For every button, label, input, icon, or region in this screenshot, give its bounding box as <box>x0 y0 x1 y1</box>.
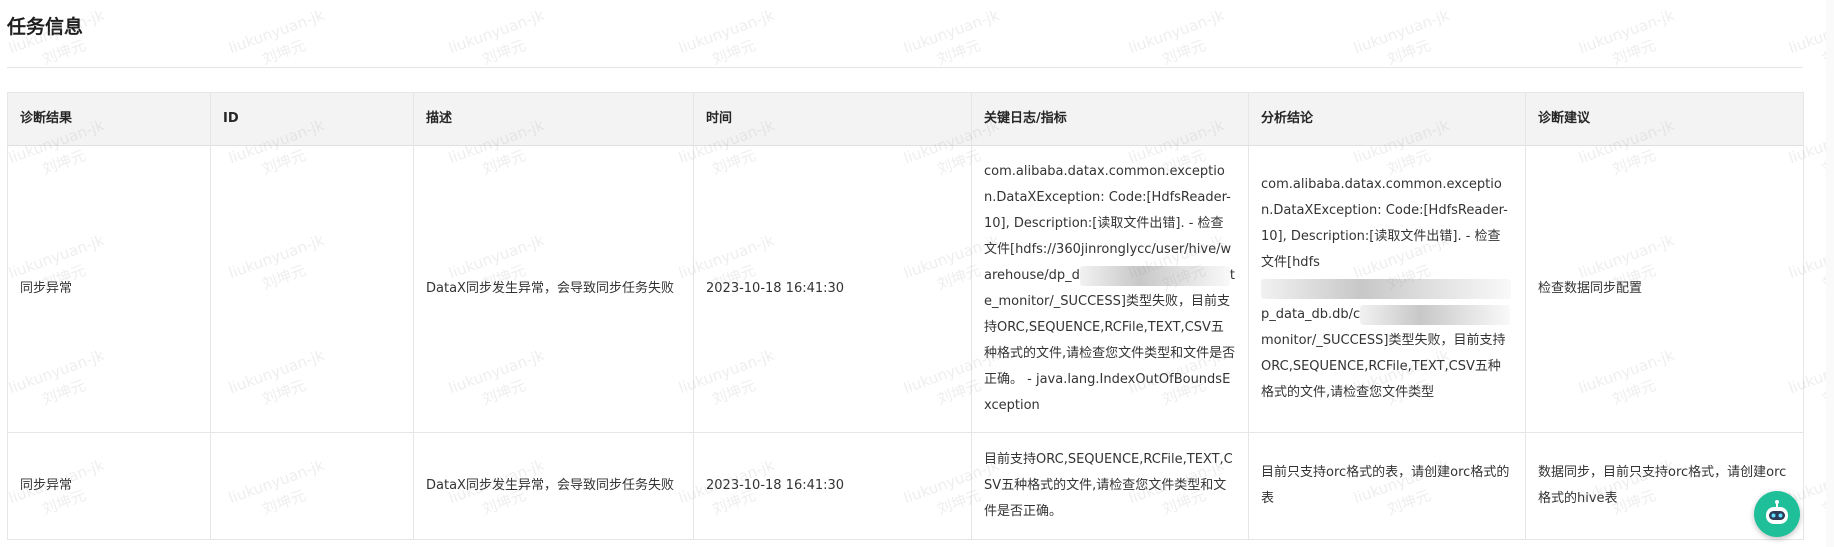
watermark: liukunyuan-jk刘坤元 <box>1351 6 1452 69</box>
log-text-after: te_monitor/_SUCCESS]类型失败，目前支持ORC,SEQUENC… <box>984 268 1236 413</box>
header-id: ID <box>210 92 414 146</box>
cell-time: 2023-10-18 16:41:30 <box>693 432 972 540</box>
cell-suggestion: 检查数据同步配置 <box>1525 145 1804 433</box>
header-suggestion: 诊断建议 <box>1525 92 1804 146</box>
header-description: 描述 <box>413 92 694 146</box>
task-info-table: 诊断结果 ID 描述 时间 关键日志/指标 分析结论 诊断建议 同步异常 Dat… <box>7 92 1804 540</box>
header-key-log: 关键日志/指标 <box>971 92 1249 146</box>
table-row: 同步异常 DataX同步发生异常，会导致同步任务失败 2023-10-18 16… <box>7 145 1804 433</box>
cell-time: 2023-10-18 16:41:30 <box>693 145 972 433</box>
cell-description: DataX同步发生异常，会导致同步任务失败 <box>413 145 694 433</box>
title-divider <box>7 67 1803 68</box>
watermark: liukunyuan-jk刘坤元 <box>901 6 1002 69</box>
cell-id <box>210 432 414 540</box>
cell-result: 同步异常 <box>7 432 211 540</box>
assistant-bot-button[interactable] <box>1754 491 1800 537</box>
header-analysis: 分析结论 <box>1248 92 1526 146</box>
cell-key-log: com.alibaba.datax.common.exception.DataX… <box>971 145 1249 433</box>
watermark: liukunyuan-jk刘坤元 <box>676 6 777 69</box>
table-header-row: 诊断结果 ID 描述 时间 关键日志/指标 分析结论 诊断建议 <box>7 92 1804 146</box>
robot-icon <box>1766 500 1788 524</box>
watermark: liukunyuan-jk刘坤元 <box>1576 6 1677 69</box>
cell-key-log: 目前支持ORC,SEQUENCE,RCFile,TEXT,CSV五种格式的文件,… <box>971 432 1249 540</box>
redacted-block <box>1079 265 1230 286</box>
cell-result: 同步异常 <box>7 145 211 433</box>
cell-analysis: 目前只支持orc格式的表，请创建orc格式的表 <box>1248 432 1526 540</box>
cell-description: DataX同步发生异常，会导致同步任务失败 <box>413 432 694 540</box>
redacted-block <box>1261 278 1511 299</box>
header-diagnosis-result: 诊断结果 <box>7 92 211 146</box>
watermark: liukunyuan-jk刘坤元 <box>226 6 327 69</box>
section-title: 任务信息 <box>7 16 84 38</box>
watermark: liukunyuan-jk刘坤元 <box>446 6 547 69</box>
watermark: liukunyuan-jk刘坤元 <box>1126 6 1227 69</box>
table-row: 同步异常 DataX同步发生异常，会导致同步任务失败 2023-10-18 16… <box>7 432 1804 540</box>
analysis-text-mid: p_data_db.db/c <box>1261 307 1361 322</box>
cell-id <box>210 145 414 433</box>
analysis-text-before: com.alibaba.datax.common.exception.DataX… <box>1261 177 1508 270</box>
redacted-block <box>1360 304 1511 325</box>
analysis-text-after: monitor/_SUCCESS]类型失败，目前支持ORC,SEQUENCE,R… <box>1261 333 1506 400</box>
header-time: 时间 <box>693 92 972 146</box>
cell-analysis: com.alibaba.datax.common.exception.DataX… <box>1248 145 1526 433</box>
page-scrollbar[interactable] <box>1826 0 1834 547</box>
